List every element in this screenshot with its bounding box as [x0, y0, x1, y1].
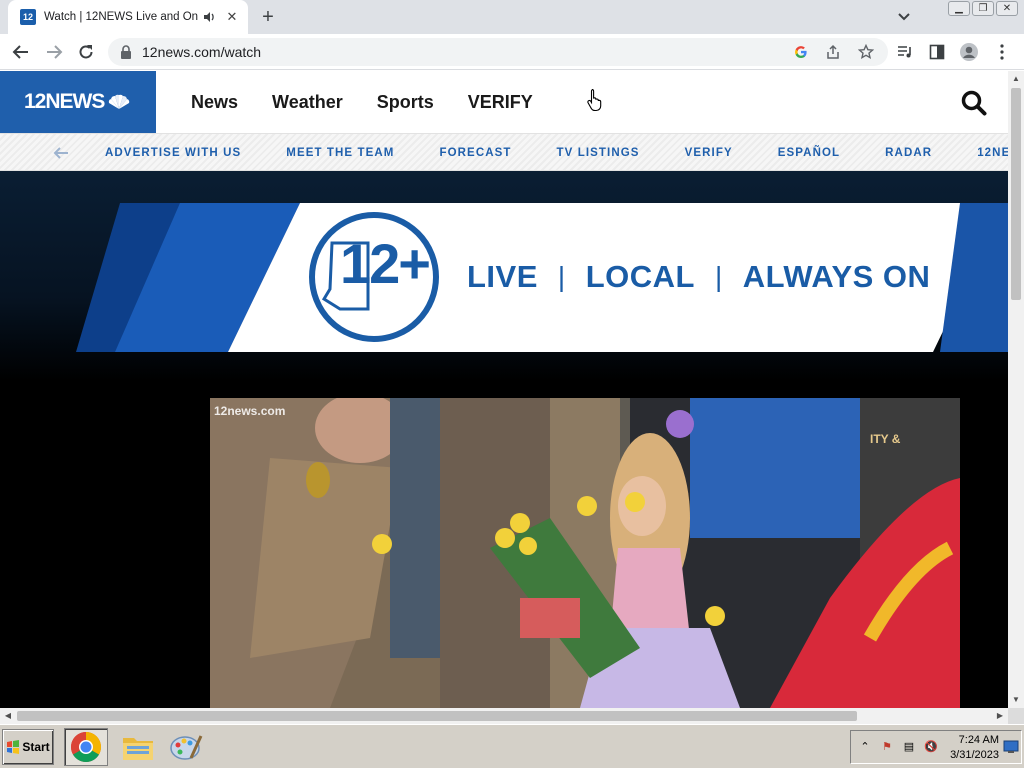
profile-icon[interactable] — [959, 42, 979, 62]
page-viewport: 12NEWS News Weather Sports VERIFY ADVERT… — [0, 71, 1008, 708]
scroll-down-arrow-icon[interactable]: ▼ — [1011, 695, 1021, 705]
back-icon[interactable] — [9, 40, 33, 64]
video-frame: ITY & — [210, 398, 960, 708]
tagline-separator: | — [714, 261, 723, 292]
address-bar[interactable]: 12news.com/watch — [108, 38, 888, 66]
bookmark-star-icon[interactable] — [856, 42, 876, 62]
scroll-left-arrow-icon[interactable]: ◀ — [3, 711, 13, 721]
nav-verify[interactable]: VERIFY — [468, 92, 533, 113]
tagline-local: LOCAL — [585, 259, 695, 294]
hero-section: 12+ LIVE | LOCAL | ALWAYS ON ITY & 12new… — [0, 171, 1008, 708]
site-logo[interactable]: 12NEWS — [0, 71, 156, 133]
close-window-icon[interactable]: ✕ — [996, 1, 1018, 16]
vertical-scroll-thumb[interactable] — [1011, 88, 1021, 300]
show-hidden-icons-icon[interactable]: ⌃ — [857, 739, 873, 755]
tagline-live: LIVE — [467, 259, 538, 294]
sidepanel-icon[interactable] — [927, 42, 947, 62]
system-tray: ⌃ ⚑ ▤ 🔇 7:24 AM 3/31/2023 — [850, 730, 1022, 764]
subnav-radar[interactable]: RADAR — [885, 147, 932, 159]
search-icon[interactable] — [960, 89, 988, 117]
subnav-verify[interactable]: VERIFY — [685, 147, 733, 159]
vertical-scrollbar[interactable]: ▲ ▼ — [1008, 71, 1024, 708]
tagline-always-on: ALWAYS ON — [742, 259, 931, 294]
paint-taskbar-icon[interactable] — [164, 728, 208, 766]
subnav-12news[interactable]: 12NEWS — [977, 147, 1008, 159]
subnav-advertise[interactable]: ADVERTISE WITH US — [105, 147, 241, 159]
horizontal-scroll-thumb[interactable] — [17, 711, 857, 721]
hand-cursor-icon — [587, 88, 602, 112]
tab-search-icon[interactable] — [895, 9, 913, 25]
logo-text: 12NEWS — [24, 90, 105, 113]
show-desktop-icon[interactable] — [1003, 740, 1019, 754]
tagline-separator: | — [557, 261, 566, 292]
scroll-right-arrow-icon[interactable]: ▶ — [995, 711, 1005, 721]
clock-date: 3/31/2023 — [950, 749, 999, 761]
sub-nav-items: ADVERTISE WITH US MEET THE TEAM FORECAST… — [105, 134, 1008, 170]
clock[interactable]: 7:24 AM 3/31/2023 — [939, 733, 999, 763]
lock-icon[interactable] — [120, 45, 132, 59]
screen: { "browser": { "tab": { "favicon_text": … — [0, 0, 1024, 768]
start-button[interactable]: Start — [2, 729, 54, 765]
banner-brand: 12+ — [340, 232, 431, 295]
subnav-meet-the-team[interactable]: MEET THE TEAM — [286, 147, 394, 159]
action-center-icon[interactable]: ⚑ — [879, 739, 895, 755]
windows-flag-icon — [7, 740, 20, 754]
video-sign-text: ITY & — [870, 432, 901, 446]
peacock-icon — [109, 94, 130, 109]
forward-icon[interactable] — [42, 40, 66, 64]
media-icon[interactable] — [895, 42, 915, 62]
subnav-espanol[interactable]: ESPAÑOL — [778, 147, 840, 159]
audio-icon[interactable] — [202, 10, 216, 24]
arrow-left-icon[interactable] — [52, 145, 70, 161]
start-label: Start — [22, 740, 50, 754]
scroll-up-arrow-icon[interactable]: ▲ — [1011, 74, 1021, 84]
tab-title: Watch | 12NEWS Live and On-D — [44, 11, 198, 23]
site-header: 12NEWS News Weather Sports VERIFY — [0, 71, 1008, 133]
subnav-tv-listings[interactable]: TV LISTINGS — [557, 147, 640, 159]
clock-time: 7:24 AM — [958, 734, 999, 746]
google-icon[interactable] — [791, 42, 811, 62]
main-nav: News Weather Sports VERIFY — [191, 71, 567, 133]
taskbar: Start ⌃ ⚑ ▤ 🔇 7:24 AM 3/31/2023 — [0, 724, 1024, 768]
horizontal-scrollbar[interactable]: ◀ ▶ — [0, 708, 1008, 724]
browser-tab[interactable]: 12 Watch | 12NEWS Live and On-D ✕ — [8, 0, 248, 34]
url-text[interactable]: 12news.com/watch — [142, 44, 261, 60]
new-tab-icon[interactable]: + — [258, 7, 278, 27]
browser-toolbar: 12news.com/watch — [0, 34, 1024, 70]
nav-weather[interactable]: Weather — [272, 92, 343, 113]
file-explorer-taskbar-icon[interactable] — [116, 728, 160, 766]
reload-icon[interactable] — [74, 40, 98, 64]
minimize-icon[interactable]: ▁ — [948, 1, 970, 16]
video-player[interactable]: ITY & 12news.com — [210, 398, 960, 708]
close-tab-icon[interactable]: ✕ — [224, 9, 240, 25]
nav-sports[interactable]: Sports — [377, 92, 434, 113]
video-watermark: 12news.com — [214, 404, 286, 418]
window-controls: ▁ ❐ ✕ — [948, 1, 1018, 16]
tab-strip: 12 Watch | 12NEWS Live and On-D ✕ + ▁ ❐ … — [0, 0, 1024, 34]
banner-tagline: LIVE | LOCAL | ALWAYS ON — [467, 259, 930, 295]
nav-news[interactable]: News — [191, 92, 238, 113]
scrollbar-corner — [1008, 708, 1024, 724]
network-icon[interactable]: ▤ — [901, 739, 917, 755]
subnav-forecast[interactable]: FORECAST — [439, 147, 511, 159]
share-icon[interactable] — [823, 42, 843, 62]
favicon-icon: 12 — [20, 9, 36, 25]
sub-nav: ADVERTISE WITH US MEET THE TEAM FORECAST… — [0, 133, 1008, 171]
chrome-taskbar-icon[interactable] — [64, 728, 108, 766]
maximize-icon[interactable]: ❐ — [972, 1, 994, 16]
volume-muted-icon[interactable]: 🔇 — [923, 739, 939, 755]
menu-icon[interactable] — [992, 42, 1012, 62]
